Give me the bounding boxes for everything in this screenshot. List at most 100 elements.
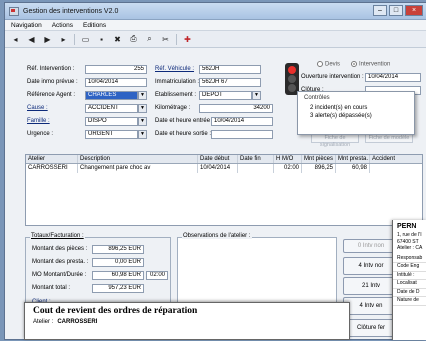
cell-hmo: 02:00 bbox=[274, 164, 302, 173]
cell-description: Changement pare choc av bbox=[78, 164, 198, 173]
urgence-select[interactable]: URGENT bbox=[85, 130, 138, 139]
operations-table: Atelier Description Date début Date fin … bbox=[25, 154, 423, 226]
observations-label: Observations de l'atelier : bbox=[182, 233, 252, 239]
chevron-down-icon[interactable]: ▼ bbox=[138, 117, 147, 126]
right-doc-line: Atelier : CA bbox=[397, 245, 423, 251]
right-document: PERN 1, rue de l'I 67400 ST Atelier : CA… bbox=[392, 220, 426, 340]
col-date-fin[interactable]: Date fin bbox=[238, 155, 274, 163]
presta-label: Montant des presta. : bbox=[32, 259, 89, 265]
mo-duree-field: 02:00 bbox=[146, 271, 168, 280]
date-sortie-field[interactable] bbox=[211, 130, 273, 139]
presta-field: 0,00 EUR bbox=[92, 258, 144, 267]
date-sortie-label: Date et heure sortie : bbox=[155, 131, 212, 137]
ref-intervention-field[interactable]: 255 bbox=[85, 65, 147, 74]
date-entree-field[interactable]: 10/04/2014 bbox=[211, 117, 273, 126]
ref-vehicule-label[interactable]: Réf. Véhicule : bbox=[155, 66, 194, 72]
attach-icon[interactable]: ✂ bbox=[160, 34, 171, 45]
col-hmo[interactable]: H M/O bbox=[274, 155, 302, 163]
cloture-button[interactable]: Clôture fer bbox=[343, 319, 399, 337]
fiche-modele-button[interactable]: Fiche de modèle bbox=[365, 134, 413, 143]
etablissement-select[interactable]: DEPOT bbox=[199, 91, 252, 100]
delete-icon[interactable]: ✖ bbox=[112, 34, 123, 45]
print-icon[interactable]: ⎙ bbox=[128, 34, 139, 45]
alert-icon[interactable]: ✚ bbox=[182, 34, 193, 45]
next-icon[interactable]: ▶ bbox=[42, 34, 53, 45]
table-row[interactable]: CARROSSERI Changement pare choc av 10/04… bbox=[26, 164, 422, 173]
new-document-icon[interactable]: ▭ bbox=[80, 34, 91, 45]
total-field: 957,23 EUR bbox=[92, 284, 144, 293]
toolbar-divider bbox=[74, 33, 75, 45]
title-bar: Gestion des interventions V2.0 – □ × bbox=[5, 3, 426, 20]
chevron-down-icon[interactable]: ▼ bbox=[138, 104, 147, 113]
menu-actions[interactable]: Actions bbox=[52, 22, 73, 29]
kilometrage-field[interactable]: 34200 bbox=[199, 104, 273, 113]
search-icon[interactable]: ⌕ bbox=[144, 34, 155, 45]
green-light bbox=[288, 84, 296, 92]
save-icon[interactable]: ▪ bbox=[96, 34, 107, 45]
cause-select[interactable]: ACCIDENT bbox=[85, 104, 138, 113]
window-controls: – □ × bbox=[373, 5, 423, 16]
previous-icon[interactable]: ◀ bbox=[26, 34, 37, 45]
popup-item-incidents[interactable]: 2 incident(s) en cours bbox=[298, 104, 414, 112]
close-button[interactable]: × bbox=[405, 5, 423, 16]
observations-box[interactable]: Observations de l'atelier : bbox=[177, 233, 337, 307]
mo-label: MO Montant/Durée : bbox=[32, 272, 87, 278]
report-atelier-value: CARROSSERI bbox=[57, 319, 98, 325]
ref-agent-select[interactable]: CHARLES bbox=[85, 91, 138, 100]
immatriculation-label: Immatriculation : bbox=[155, 79, 200, 85]
chevron-down-icon[interactable]: ▼ bbox=[252, 91, 261, 100]
mo-field: 60,98 EUR bbox=[92, 271, 144, 280]
intv-21-button[interactable]: 21 Intv bbox=[343, 277, 399, 295]
first-record-icon[interactable]: ◂ bbox=[10, 34, 21, 45]
popup-item-alerts[interactable]: 3 alerte(s) dépassée(s) bbox=[298, 112, 414, 120]
menu-navigation[interactable]: Navigation bbox=[11, 22, 42, 29]
immatriculation-field[interactable]: 562JH 67 bbox=[199, 78, 261, 87]
right-doc-field: Responsab bbox=[393, 255, 426, 263]
right-document-title: PERN bbox=[397, 223, 417, 230]
maximize-button[interactable]: □ bbox=[389, 5, 403, 16]
controls-popup: Contrôles 2 incident(s) en cours 3 alert… bbox=[297, 91, 415, 135]
intervention-radio[interactable]: Intervention bbox=[351, 61, 390, 68]
fiche-signalisation-button[interactable]: Fiche de signalisation bbox=[311, 134, 359, 148]
intv-non-button-1[interactable]: 0 Intv non bbox=[343, 239, 399, 253]
table-header: Atelier Description Date début Date fin … bbox=[26, 155, 422, 164]
devis-radio[interactable]: Devis bbox=[317, 61, 340, 68]
window-title: Gestion des interventions V2.0 bbox=[23, 7, 119, 15]
urgence-label: Urgence : bbox=[27, 131, 54, 137]
red-light bbox=[288, 66, 296, 74]
famille-label[interactable]: Famille : bbox=[27, 118, 50, 124]
report-overlay: Cout de revient des ordres de réparation… bbox=[24, 302, 350, 340]
chevron-down-icon[interactable]: ▼ bbox=[138, 130, 147, 139]
col-accident[interactable]: Accident bbox=[370, 155, 422, 163]
col-atelier[interactable]: Atelier bbox=[26, 155, 78, 163]
col-mnt-pieces[interactable]: Mnt pièces bbox=[302, 155, 336, 163]
ref-agent-label: Référence Agent : bbox=[27, 92, 76, 98]
minimize-button[interactable]: – bbox=[373, 5, 387, 16]
right-doc-field: Intitulé : bbox=[393, 272, 426, 280]
etablissement-label: Etablissement : bbox=[155, 92, 197, 98]
col-date-debut[interactable]: Date début bbox=[198, 155, 238, 163]
date-prevue-label: Date inmo prévue : bbox=[27, 79, 78, 85]
last-record-icon[interactable]: ▸ bbox=[58, 34, 69, 45]
col-mnt-presta[interactable]: Mnt presta. bbox=[336, 155, 370, 163]
famille-select[interactable]: DISPO bbox=[85, 117, 138, 126]
chevron-down-icon[interactable]: ▼ bbox=[138, 91, 147, 100]
toolbar: ◂ ◀ ▶ ▸ ▭ ▪ ✖ ⎙ ⌕ ✂ ✚ bbox=[5, 31, 426, 48]
ouverture-label: Ouverture intervention : bbox=[301, 74, 364, 80]
cause-label[interactable]: Cause : bbox=[27, 105, 48, 111]
right-doc-field: Date de D bbox=[393, 289, 426, 297]
date-prevue-field[interactable]: 10/04/2014 bbox=[85, 78, 147, 87]
ouverture-field[interactable]: 10/04/2014 bbox=[365, 73, 421, 82]
menu-editions[interactable]: Editions bbox=[83, 22, 106, 29]
ref-vehicule-field[interactable]: 562JH bbox=[199, 65, 261, 74]
intervention-radio-label: Intervention bbox=[359, 61, 391, 68]
intv-en-button[interactable]: 4 Intv en bbox=[343, 297, 399, 315]
cell-mnt-presta: 60,98 bbox=[336, 164, 370, 173]
intv-nor-button[interactable]: 4 Intv nor bbox=[343, 257, 399, 275]
total-label: Montant total : bbox=[32, 285, 71, 291]
cell-accident bbox=[370, 164, 422, 173]
col-description[interactable]: Description bbox=[78, 155, 198, 163]
right-doc-field: Localisat bbox=[393, 280, 426, 289]
cell-date-fin bbox=[238, 164, 274, 173]
kilometrage-label: Kilométrage : bbox=[155, 105, 191, 111]
